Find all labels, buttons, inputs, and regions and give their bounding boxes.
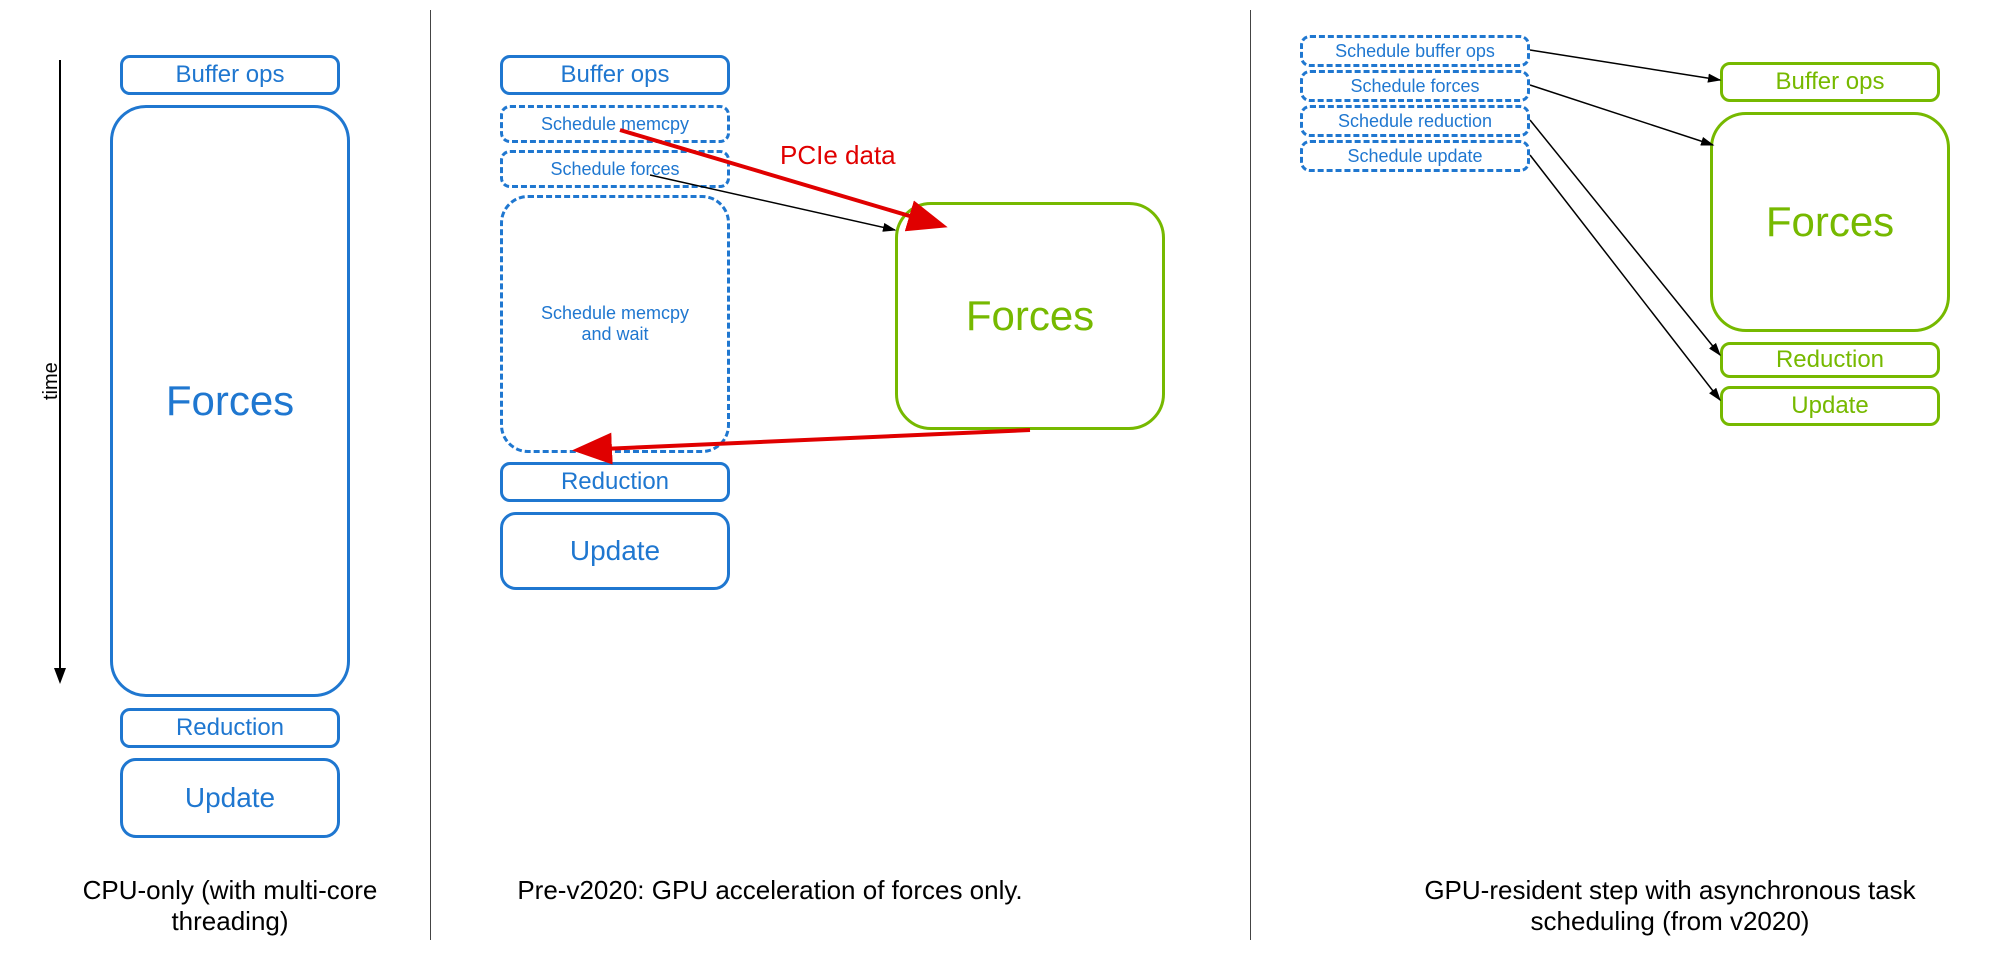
p1-buffer-ops: Buffer ops bbox=[120, 55, 340, 95]
pcie-data-label: PCIe data bbox=[780, 140, 896, 171]
p2-caption: Pre-v2020: GPU acceleration of forces on… bbox=[500, 875, 1040, 906]
p3-gpu-buffer-ops: Buffer ops bbox=[1720, 62, 1940, 102]
p3-schedule-forces: Schedule forces bbox=[1300, 70, 1530, 102]
p2-gpu-forces: Forces bbox=[895, 202, 1165, 430]
p2-schedule-memcpy-wait: Schedule memcpy and wait bbox=[500, 195, 730, 453]
p2-update: Update bbox=[500, 512, 730, 590]
p1-forces: Forces bbox=[110, 105, 350, 697]
p3-gpu-forces: Forces bbox=[1710, 112, 1950, 332]
p1-update: Update bbox=[120, 758, 340, 838]
p3-schedule-reduction: Schedule reduction bbox=[1300, 105, 1530, 137]
divider-2 bbox=[1250, 10, 1251, 940]
p2-schedule-memcpy: Schedule memcpy bbox=[500, 105, 730, 143]
p3-schedule-update: Schedule update bbox=[1300, 140, 1530, 172]
p3-gpu-update: Update bbox=[1720, 386, 1940, 426]
p2-reduction: Reduction bbox=[500, 462, 730, 502]
p1-reduction: Reduction bbox=[120, 708, 340, 748]
p3-caption: GPU-resident step with asynchronous task… bbox=[1400, 875, 1940, 937]
p3-schedule-buffer-ops: Schedule buffer ops bbox=[1300, 35, 1530, 67]
p1-caption: CPU-only (with multi-core threading) bbox=[55, 875, 405, 937]
time-axis-label: time bbox=[40, 362, 63, 400]
p2-schedule-forces: Schedule forces bbox=[500, 150, 730, 188]
divider-1 bbox=[430, 10, 431, 940]
p3-gpu-reduction: Reduction bbox=[1720, 342, 1940, 378]
diagram-canvas: time Buffer ops Forces Reduction Update … bbox=[0, 0, 1999, 977]
p2-buffer-ops: Buffer ops bbox=[500, 55, 730, 95]
